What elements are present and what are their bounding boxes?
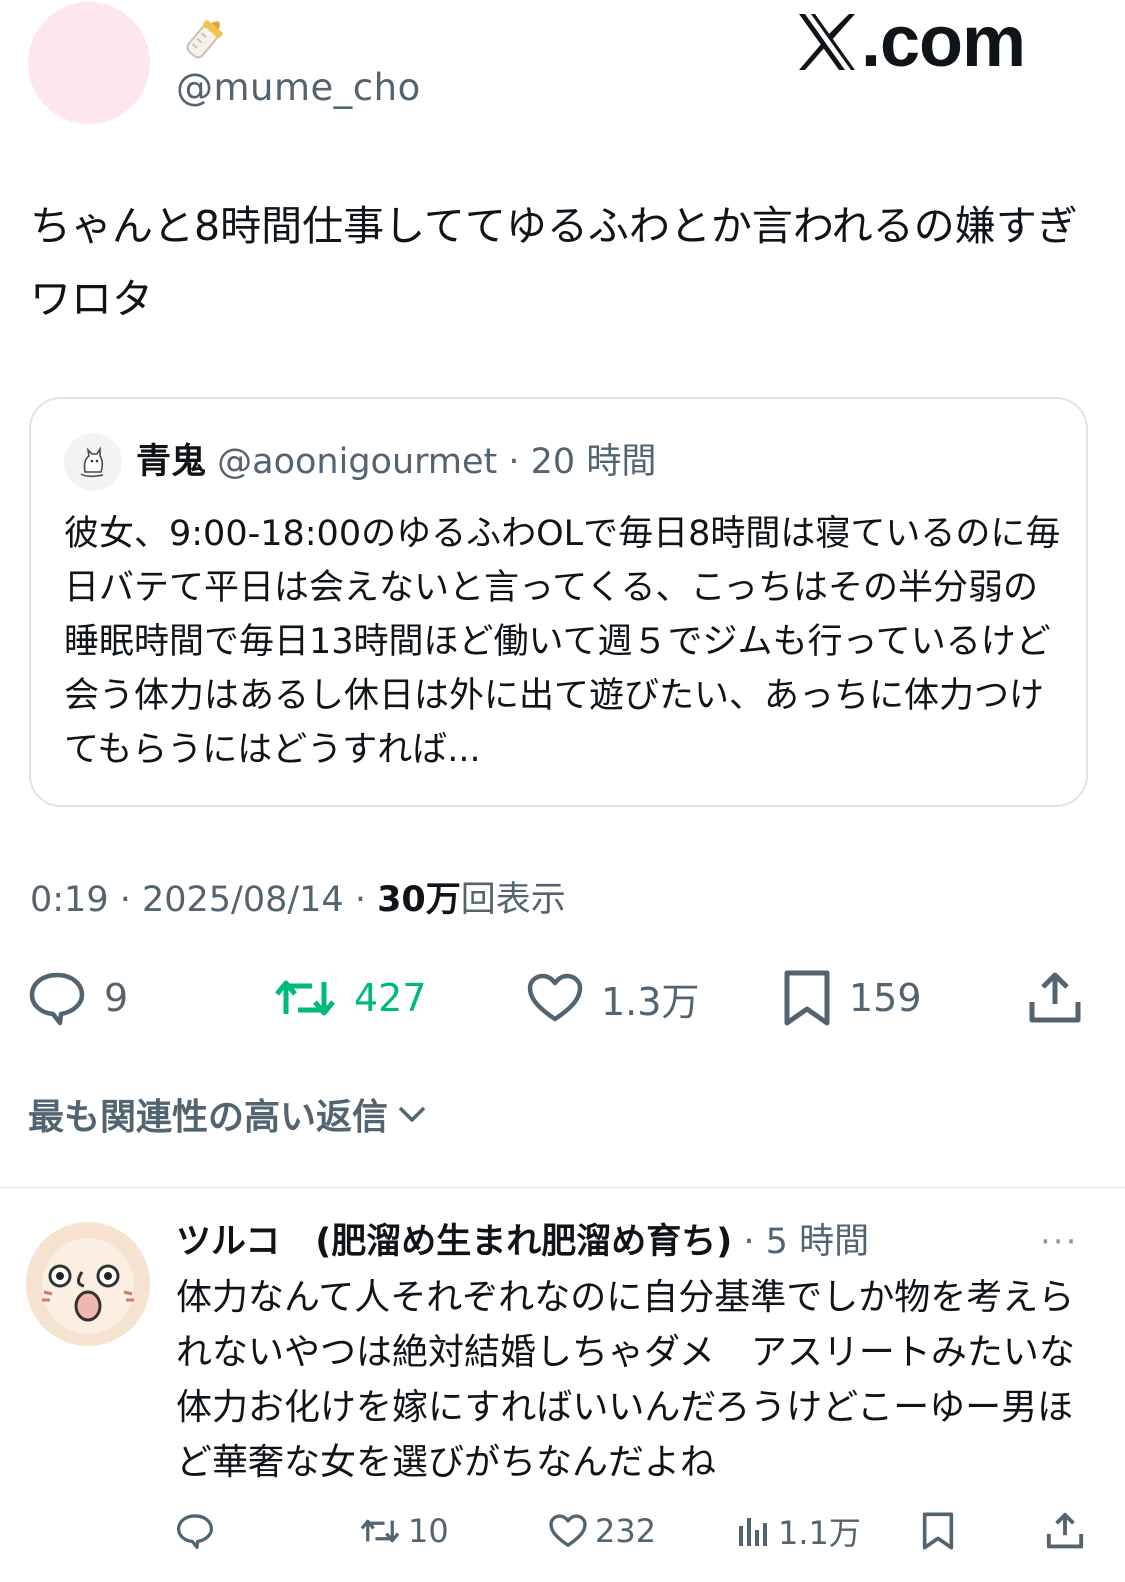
repost-icon: [275, 980, 335, 1016]
section-divider: [0, 1186, 1125, 1189]
reply-author-name[interactable]: ツルコ (肥溜め生まれ肥溜め育ち): [176, 1222, 732, 1262]
reply-time: · 5 時間: [732, 1222, 870, 1262]
reply-like-button[interactable]: 232: [549, 1508, 656, 1554]
baby-bottle-icon: [176, 12, 236, 64]
tweet-timestamp: 0:19 · 2025/08/14 · 30万回表示: [30, 872, 566, 928]
reply-button[interactable]: 9: [28, 966, 128, 1030]
heart-icon: [549, 1514, 587, 1547]
author-handle[interactable]: @mume_cho: [176, 66, 421, 109]
bookmark-icon: [784, 970, 830, 1026]
bookmark-icon: [922, 1512, 954, 1550]
reply-header: ツルコ (肥溜め生まれ肥溜め育ち) · 5 時間: [176, 1216, 869, 1268]
reply-author-avatar[interactable]: [26, 1222, 150, 1346]
comment-icon: [29, 972, 85, 1026]
tweet-text: ちゃんと8時間仕事しててゆるふわとか言われるの嫌すぎワロタ: [30, 202, 1078, 323]
quote-header: 青鬼 @aoonigourmet · 20 時間: [136, 436, 656, 488]
comment-icon: [176, 1514, 214, 1550]
x-icon: [799, 14, 855, 70]
logo-domain-text: .com: [861, 2, 1026, 82]
reply-repost-count: 10: [408, 1512, 449, 1550]
face-icon: [26, 1222, 150, 1346]
reply-views-count: 1.1万: [778, 1514, 861, 1552]
quote-author-avatar[interactable]: [64, 433, 122, 491]
x-logo: .com: [795, 4, 1055, 80]
reply-count: 9: [104, 976, 129, 1020]
timestamp-text: 0:19 · 2025/08/14 ·: [30, 880, 378, 920]
author-avatar[interactable]: [28, 2, 150, 124]
bookmark-count: 159: [849, 976, 922, 1020]
reply-reply-button[interactable]: [176, 1508, 222, 1554]
replies-sort-label: 最も関連性の高い返信: [28, 1097, 389, 1138]
quote-author-meta: @aoonigourmet · 20 時間: [217, 442, 657, 482]
reply-views-button[interactable]: 1.1万: [736, 1508, 861, 1554]
repost-icon: [360, 1519, 400, 1543]
quote-author-name[interactable]: 青鬼: [136, 442, 206, 482]
more-icon[interactable]: ···: [1040, 1222, 1078, 1262]
view-count: 30万: [377, 880, 461, 920]
like-count: 1.3万: [601, 979, 700, 1024]
reply-share-button[interactable]: [1046, 1508, 1092, 1554]
repost-count: 427: [354, 976, 427, 1020]
bookmark-button[interactable]: 159: [783, 966, 922, 1030]
bar-chart-icon: [739, 1518, 767, 1546]
heart-icon: [527, 973, 583, 1022]
reply-text: 体力なんて人それぞれなのに自分基準でしか物を考えられないやつは絶対結婚しちゃダメ…: [176, 1277, 1075, 1483]
view-count-label: 回表示: [460, 880, 566, 920]
chevron-down-icon: [398, 1106, 426, 1122]
replies-sort-dropdown[interactable]: 最も関連性の高い返信: [28, 1088, 430, 1140]
quote-text: 彼女、9:00-18:00のゆるふわOLで毎日8時間は寝ているのに毎日バテて平日…: [64, 514, 1061, 770]
cat-icon: [80, 446, 104, 478]
reply-repost-button[interactable]: 10: [360, 1508, 449, 1554]
reply-like-count: 232: [595, 1512, 657, 1550]
share-button[interactable]: [1028, 966, 1100, 1030]
like-button[interactable]: 1.3万: [527, 966, 699, 1030]
reply-bookmark-button[interactable]: [922, 1508, 962, 1554]
repost-button[interactable]: 427: [274, 966, 427, 1030]
share-icon: [1029, 972, 1081, 1023]
share-icon: [1046, 1512, 1084, 1549]
